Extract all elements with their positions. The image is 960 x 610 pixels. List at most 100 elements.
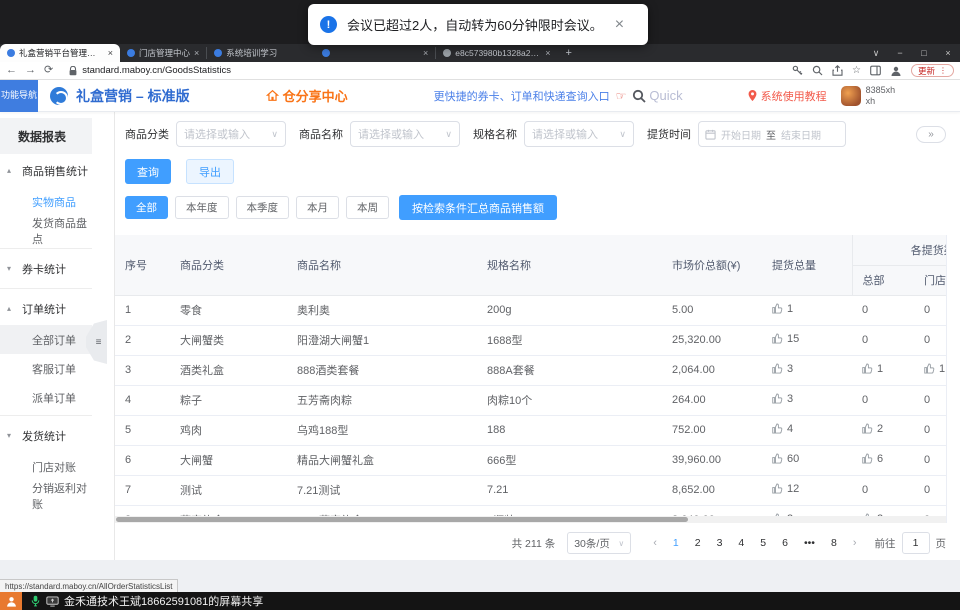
sidebar-item-0[interactable]: ▴商品销售统计 [0, 154, 92, 187]
key-icon[interactable] [792, 65, 803, 76]
pickup-count: 6 [862, 453, 883, 465]
page-number-4[interactable]: 4 [730, 537, 752, 549]
sidebar-item-4[interactable]: ▴订单统计 [0, 292, 92, 325]
range-tab-4[interactable]: 本周 [346, 196, 389, 219]
sidebar-item-8[interactable]: ▾发货统计 [0, 419, 92, 452]
minimize-icon[interactable]: − [888, 48, 912, 58]
cell-hq: 1 [852, 355, 914, 385]
action-bar: 查询 导出 [115, 147, 960, 184]
tab-title: e8c573980b1328a258fd2e6ff [455, 48, 541, 58]
window-controls: ∨ − □ × [864, 44, 960, 62]
export-button[interactable]: 导出 [186, 159, 234, 184]
forward-icon[interactable]: → [25, 65, 36, 76]
sidebar-item-2[interactable]: 发货商品盘点 [0, 216, 92, 245]
category-select[interactable]: 请选择或输入 ∨ [176, 121, 286, 147]
placeholder-text: 请选择或输入 [184, 126, 271, 142]
range-tab-3[interactable]: 本月 [296, 196, 339, 219]
tutorial-link[interactable]: 系统使用教程 [747, 88, 827, 104]
browser-tab-1[interactable]: 礼盒营销平台管理中心 × [0, 44, 120, 62]
table-row: 7测试7.21测试7.218,652.001200 [115, 475, 947, 505]
function-nav-toggle[interactable]: 功能导航 [0, 80, 38, 112]
split-view-icon[interactable] [870, 65, 881, 76]
tab-title: 系统培训学习 [226, 47, 277, 59]
cell-name: 精品大闸蟹礼盒 [287, 445, 477, 475]
chevron-down-icon: ∨ [619, 129, 626, 140]
range-tab-0[interactable]: 全部 [125, 196, 168, 219]
tab-close-icon[interactable]: × [108, 48, 113, 58]
cell-store: 0 [914, 475, 947, 505]
sidebar-item-5[interactable]: 全部订单 [0, 325, 92, 354]
avatar [841, 86, 861, 106]
search-icon[interactable] [632, 89, 646, 103]
favicon-icon [322, 49, 330, 57]
person-icon [0, 592, 22, 610]
date-range-picker[interactable]: 开始日期 至 结束日期 [698, 121, 846, 147]
sidebar-item-7[interactable]: 派单订单 [0, 383, 92, 412]
category-filter-label: 商品分类 [125, 126, 169, 142]
browser-tab-5[interactable]: e8c573980b1328a258fd2e6ff × [436, 44, 557, 62]
update-button[interactable]: 更新 ⋮ [911, 64, 954, 77]
chevron-down-icon: ∨ [445, 129, 452, 140]
page-ellipsis[interactable]: ••• [796, 537, 823, 549]
menu-handle-icon: ≡ [96, 337, 102, 348]
sidebar-divider [0, 248, 92, 249]
summary-button[interactable]: 按检索条件汇总商品销售额 [399, 195, 557, 220]
horizontal-scrollbar[interactable] [115, 516, 946, 523]
sidebar-title: 数据报表 [0, 118, 92, 154]
tab-close-icon[interactable]: × [423, 48, 428, 58]
page-number-2[interactable]: 2 [687, 537, 709, 549]
next-page-icon[interactable]: › [845, 537, 865, 549]
name-select[interactable]: 请选择或输入 ∨ [350, 121, 460, 147]
prev-page-icon[interactable]: ‹ [645, 537, 665, 549]
star-icon[interactable]: ☆ [852, 66, 861, 76]
col-amount: 市场价总额(¥) [662, 235, 762, 295]
zoom-icon[interactable] [812, 65, 823, 76]
sidebar-item-1[interactable]: 实物商品 [0, 187, 92, 216]
cell-store: 0 [914, 325, 947, 355]
sidebar-item-10[interactable]: 分销返利对账 [0, 481, 92, 510]
cell-category: 测试 [170, 475, 287, 505]
scrollbar-thumb[interactable] [116, 517, 688, 522]
sidebar-item-9[interactable]: 门店对账 [0, 452, 92, 481]
tab-close-icon[interactable]: × [194, 48, 199, 58]
expand-filters-button[interactable]: » [916, 126, 946, 143]
refresh-icon[interactable]: ⟳ [44, 65, 53, 76]
goto-page-input[interactable]: 1 [902, 532, 930, 554]
page-number-5[interactable]: 5 [752, 537, 774, 549]
back-icon[interactable]: ← [6, 65, 17, 76]
address-bar[interactable]: standard.maboy.cn/GoodsStatistics [61, 64, 239, 78]
total-count: 共 211 条 [512, 536, 556, 551]
page-size-select[interactable]: 30条/页 ∨ [567, 532, 631, 554]
cell-amount: 264.00 [662, 385, 762, 415]
profile-icon[interactable] [890, 65, 902, 77]
user-box[interactable]: 8385xh xh [841, 85, 896, 106]
cell-amount: 752.00 [662, 415, 762, 445]
browser-tab-2[interactable]: 门店管理中心 × [120, 44, 206, 62]
maximize-icon[interactable]: □ [912, 48, 936, 58]
sidebar-item-6[interactable]: 客服订单 [0, 354, 92, 383]
search-button[interactable]: 查询 [125, 159, 171, 184]
time-filter-label: 提货时间 [647, 126, 691, 142]
tab-close-icon[interactable]: × [545, 48, 550, 58]
table-body: 1零食奥利奥200g5.001002大闸蟹类阳澄湖大闸蟹11688型25,320… [115, 295, 947, 523]
page-number-6[interactable]: 6 [774, 537, 796, 549]
quick-entry-tip[interactable]: 更快捷的券卡、订单和快递查询入口 [434, 88, 610, 104]
sidebar-item-3[interactable]: ▾券卡统计 [0, 252, 92, 285]
cell-spec: 888A套餐 [477, 355, 662, 385]
browser-tab-4[interactable]: × [315, 44, 435, 62]
close-icon[interactable]: × [615, 17, 624, 33]
close-window-icon[interactable]: × [936, 48, 960, 58]
spec-select[interactable]: 请选择或输入 ∨ [524, 121, 634, 147]
page-number-1[interactable]: 1 [665, 537, 687, 549]
range-tab-1[interactable]: 本年度 [175, 196, 229, 219]
share-icon[interactable] [832, 65, 843, 76]
warehouse-share-link[interactable]: 仓分享中心 [266, 86, 348, 105]
page-number-8[interactable]: 8 [823, 537, 845, 549]
placeholder-text: 请选择或输入 [358, 126, 445, 142]
browser-tab-3[interactable]: 系统培训学习 [207, 44, 315, 62]
page-number-3[interactable]: 3 [709, 537, 731, 549]
new-tab-button[interactable]: + [558, 44, 580, 62]
more-icon[interactable]: ⋮ [939, 66, 947, 75]
range-tab-2[interactable]: 本季度 [236, 196, 290, 219]
menu-chevron-icon[interactable]: ∨ [864, 48, 888, 59]
